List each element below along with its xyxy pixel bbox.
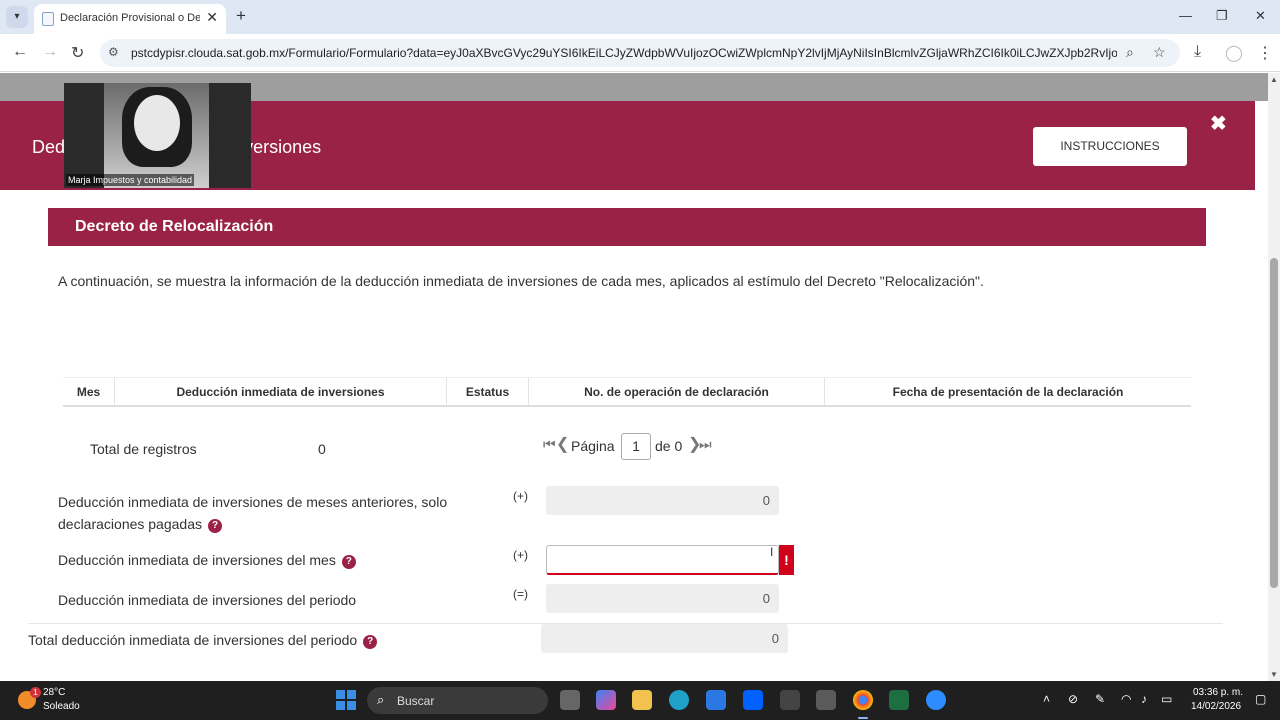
store-icon[interactable]	[706, 690, 726, 710]
prev-months-label-text: Deducción inmediata de inversiones de me…	[58, 494, 448, 532]
chrome-active-indicator	[858, 717, 868, 719]
operator-equals: (=)	[513, 587, 528, 601]
copilot-icon[interactable]	[596, 690, 616, 710]
url-text[interactable]: pstcdypisr.clouda.sat.gob.mx/Formulario/…	[131, 46, 1117, 60]
scroll-up-icon[interactable]: ▲	[1270, 75, 1278, 84]
download-icon[interactable]: ⤓	[1194, 43, 1201, 61]
network-off-icon[interactable]: ⊘	[1068, 692, 1078, 706]
wifi-icon[interactable]: ◠	[1121, 692, 1131, 706]
first-page-icon[interactable]: ⏮	[543, 436, 556, 453]
clock-date[interactable]: 14/02/2026	[1191, 701, 1241, 712]
browser-tab-bar: ▾ Declaración Provisional o Definitiva ✕…	[0, 0, 1280, 34]
taskbar: 1 28°C Soleado ⌕ Buscar ˄ ⊘ ✎ ◠ ♪ ▭ 03:3…	[0, 681, 1280, 720]
participant-face	[134, 95, 180, 151]
edge-icon[interactable]	[669, 690, 689, 710]
pen-icon[interactable]: ✎	[1095, 692, 1105, 706]
last-page-icon[interactable]: ⏭	[699, 436, 712, 453]
total-records-label: Total de registros	[90, 441, 197, 457]
prev-page-icon[interactable]: ❮	[556, 434, 569, 454]
volume-icon[interactable]: ♪	[1141, 692, 1147, 706]
current-month-label-text: Deducción inmediata de inversiones del m…	[58, 552, 336, 568]
period-field: 0	[546, 584, 779, 613]
window-close-icon[interactable]: ✕	[1255, 8, 1266, 24]
section-title: Decreto de Relocalización	[75, 218, 274, 235]
app-icon[interactable]	[780, 690, 800, 710]
instructions-button[interactable]: INSTRUCCIONES	[1033, 127, 1187, 166]
error-indicator[interactable]: !	[779, 545, 794, 575]
chrome-icon[interactable]	[853, 690, 873, 710]
page-count-label: de 0	[655, 438, 683, 454]
browser-toolbar: ← → ↻ ⚙ pstcdypisr.clouda.sat.gob.mx/For…	[0, 34, 1280, 72]
address-bar[interactable]: ⚙ pstcdypisr.clouda.sat.gob.mx/Formulari…	[100, 39, 1180, 67]
page-content: Deducción inmediata de inversiones INSTR…	[0, 73, 1268, 681]
windows-start-icon[interactable]	[336, 690, 356, 710]
participant-name: Marja Impuestos y contabilidad	[66, 174, 195, 186]
tray-overflow-icon[interactable]: ˄	[1043, 692, 1050, 706]
section-header: Decreto de Relocalización	[48, 208, 1206, 246]
records-table-header: Mes Deducción inmediata de inversiones E…	[63, 377, 1191, 407]
page-scrollbar[interactable]: ▲ ▼	[1268, 73, 1280, 681]
back-icon[interactable]: ←	[12, 43, 28, 61]
total-period-label-text: Total deducción inmediata de inversiones…	[28, 632, 358, 648]
tab-list-icon[interactable]: ▾	[6, 6, 28, 28]
profile-icon[interactable]: ◯	[1225, 43, 1243, 63]
file-explorer-icon[interactable]	[632, 690, 652, 710]
period-label: Deducción inmediata de inversiones del p…	[58, 592, 357, 608]
video-overlay: Marja Impuestos y contabilidad	[64, 83, 251, 188]
column-header-deduccion[interactable]: Deducción inmediata de inversiones	[115, 378, 447, 406]
close-tab-icon[interactable]: ✕	[206, 9, 218, 26]
battery-icon[interactable]: ▭	[1161, 692, 1172, 706]
restore-icon[interactable]: ❐	[1216, 8, 1228, 24]
operator-plus: (+)	[513, 548, 528, 562]
bookmark-star-icon[interactable]: ☆	[1153, 44, 1166, 61]
page-label: Página	[571, 438, 615, 454]
menu-icon[interactable]: ⋮	[1257, 43, 1273, 63]
participant-video	[104, 83, 209, 188]
help-icon[interactable]: ?	[341, 555, 356, 569]
page-favicon-icon	[42, 12, 54, 26]
zoom-app-icon[interactable]	[926, 690, 946, 710]
weather-condition[interactable]: Soleado	[43, 701, 80, 712]
column-header-estatus[interactable]: Estatus	[447, 378, 529, 406]
zoom-icon[interactable]: ⌕	[1126, 44, 1134, 61]
current-month-label: Deducción inmediata de inversiones del m…	[58, 549, 356, 571]
scroll-thumb[interactable]	[1270, 258, 1278, 588]
calculator-icon[interactable]	[816, 690, 836, 710]
current-month-input[interactable]	[546, 545, 779, 575]
search-icon: ⌕	[377, 692, 385, 707]
excel-icon[interactable]	[889, 690, 909, 710]
prev-months-label: Deducción inmediata de inversiones de me…	[58, 491, 488, 535]
forward-icon[interactable]: →	[42, 43, 58, 61]
text-cursor-icon: I	[770, 545, 774, 559]
total-period-field: 0	[541, 624, 788, 653]
column-header-operacion[interactable]: No. de operación de declaración	[529, 378, 825, 406]
reload-icon[interactable]: ↻	[71, 43, 84, 63]
page-number-input[interactable]: 1	[621, 433, 651, 460]
tab-title: Declaración Provisional o Definitiva	[60, 12, 200, 24]
total-period-label: Total deducción inmediata de inversiones…	[28, 629, 378, 651]
browser-tab[interactable]: Declaración Provisional o Definitiva ✕	[34, 4, 226, 34]
intro-text: A continuación, se muestra la informació…	[58, 273, 984, 289]
help-icon[interactable]: ?	[208, 519, 222, 533]
new-tab-icon[interactable]: +	[236, 6, 246, 26]
weather-badge: 1	[30, 687, 41, 698]
prev-months-field: 0	[546, 486, 779, 515]
total-records-value: 0	[318, 441, 326, 457]
weather-temperature[interactable]: 28°C	[43, 687, 65, 698]
minimize-icon[interactable]: —	[1179, 8, 1192, 23]
clock-time[interactable]: 03:36 p. m.	[1193, 687, 1243, 698]
column-header-fecha[interactable]: Fecha de presentación de la declaración	[825, 378, 1191, 406]
taskbar-search[interactable]: ⌕ Buscar	[367, 687, 548, 714]
close-icon[interactable]: ✖	[1210, 111, 1227, 136]
task-view-icon[interactable]	[560, 690, 580, 710]
help-icon[interactable]: ?	[363, 635, 378, 649]
column-header-mes[interactable]: Mes	[63, 378, 115, 406]
operator-plus: (+)	[513, 489, 528, 503]
notifications-icon[interactable]: ▢	[1255, 692, 1266, 706]
site-info-icon[interactable]: ⚙	[108, 45, 119, 59]
search-placeholder: Buscar	[397, 694, 435, 708]
scroll-down-icon[interactable]: ▼	[1270, 670, 1278, 679]
dropbox-icon[interactable]	[743, 690, 763, 710]
